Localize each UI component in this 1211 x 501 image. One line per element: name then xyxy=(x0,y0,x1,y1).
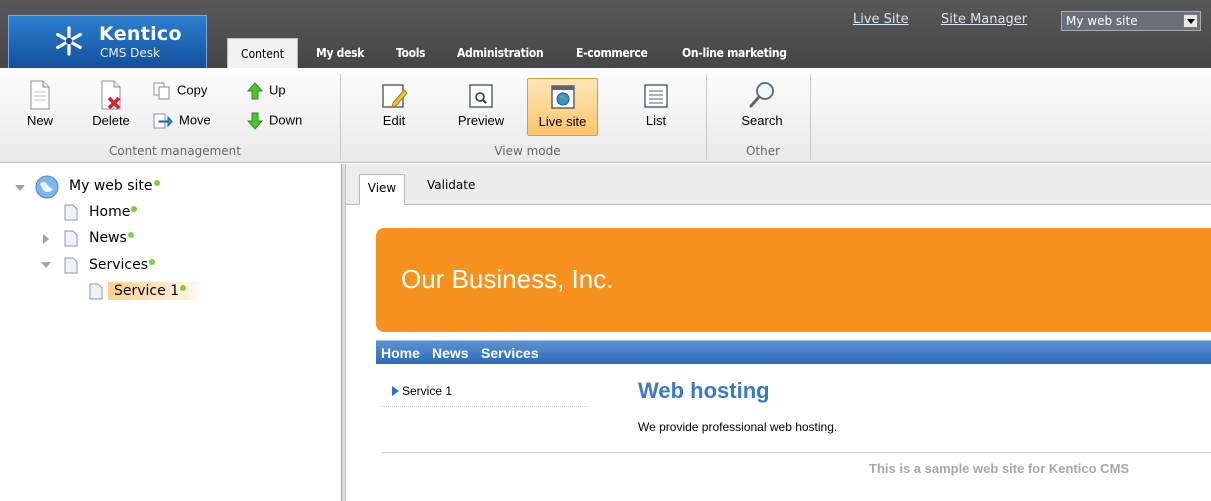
live-site-button[interactable]: Live site xyxy=(527,78,598,136)
site-selector-value: My web site xyxy=(1066,14,1138,28)
kentico-snowflake-icon xyxy=(56,26,82,56)
search-button[interactable]: Search xyxy=(733,80,791,128)
copy-button-label: Copy xyxy=(177,82,208,98)
edit-icon xyxy=(382,84,408,108)
top-header: Kentico CMS Desk Live Site Site Manager … xyxy=(0,0,1211,69)
site-menu-bar: Home News Services xyxy=(376,340,1211,364)
bullet-arrow-icon xyxy=(392,386,399,396)
page-icon xyxy=(89,283,103,300)
list-button-label: List xyxy=(645,113,667,128)
menu-item-home[interactable]: Home xyxy=(381,345,420,361)
view-tabs: View Validate xyxy=(346,164,1211,205)
move-button[interactable]: Move xyxy=(153,112,211,130)
tab-content[interactable]: Content xyxy=(227,38,298,69)
site-banner: Our Business, Inc. xyxy=(376,228,1211,332)
arrow-down-icon xyxy=(247,112,263,130)
content-tree: My web site Home News Services Service 1 xyxy=(0,164,341,501)
list-icon xyxy=(644,84,668,108)
tree-node-my-web-site[interactable]: My web site xyxy=(69,178,160,194)
live-site-link[interactable]: Live Site xyxy=(853,12,909,27)
delete-button[interactable]: Delete xyxy=(86,80,136,128)
copy-button[interactable]: Copy xyxy=(153,82,207,100)
preview-icon xyxy=(469,84,493,108)
menu-item-services[interactable]: Services xyxy=(481,345,539,361)
tree-node-label: News xyxy=(89,230,127,246)
new-document-icon xyxy=(30,80,50,110)
tab-e-commerce[interactable]: E-commerce xyxy=(576,46,648,60)
tree-node-label: Home xyxy=(89,204,131,220)
side-menu-divider xyxy=(382,406,587,407)
menu-item-news[interactable]: News xyxy=(432,345,469,361)
tab-administration[interactable]: Administration xyxy=(457,46,544,60)
down-button-label: Down xyxy=(269,112,303,128)
content-pane: View Validate Our Business, Inc. Home Ne… xyxy=(346,164,1211,501)
status-dot-icon xyxy=(127,232,134,238)
tree-node-news[interactable]: News xyxy=(89,230,134,246)
page-body-text: We provide professional web hosting. xyxy=(638,420,838,434)
site-manager-link[interactable]: Site Manager xyxy=(941,12,1027,27)
live-site-button-label: Live site xyxy=(538,114,587,129)
status-dot-icon xyxy=(131,206,138,212)
brand-name: Kentico xyxy=(99,23,182,45)
website-globe-icon xyxy=(35,175,59,199)
collapse-arrow-icon[interactable] xyxy=(41,262,51,268)
status-dot-icon xyxy=(153,180,160,186)
ribbon-group-divider xyxy=(706,74,707,160)
group-label-other: Other xyxy=(745,144,781,158)
product-name: CMS Desk xyxy=(100,46,160,60)
delete-document-icon xyxy=(101,80,121,110)
delete-button-label: Delete xyxy=(92,113,130,128)
group-label-content-management: Content management xyxy=(109,144,241,158)
footer-text: This is a sample web site for Kentico CM… xyxy=(869,461,1130,476)
page-icon xyxy=(64,204,78,221)
move-icon xyxy=(153,113,173,129)
ribbon-toolbar: New Delete Copy Move Up Down Content man… xyxy=(0,68,1211,163)
tab-my-desk[interactable]: My desk xyxy=(316,46,364,60)
group-label-view-mode: View mode xyxy=(494,144,561,158)
tab-view[interactable]: View xyxy=(359,174,405,205)
expand-arrow-icon[interactable] xyxy=(43,234,49,244)
tree-node-label: Service 1 xyxy=(114,283,180,299)
edit-button[interactable]: Edit xyxy=(374,80,414,128)
page-icon xyxy=(64,257,78,274)
list-button[interactable]: List xyxy=(635,80,677,128)
tree-node-label: Services xyxy=(89,257,149,273)
arrow-up-icon xyxy=(247,82,263,100)
tab-tools[interactable]: Tools xyxy=(396,46,426,60)
ribbon-group-divider xyxy=(810,74,811,160)
preview-button-label: Preview xyxy=(457,113,505,128)
search-button-label: Search xyxy=(741,113,783,128)
edit-button-label: Edit xyxy=(382,113,406,128)
site-selector[interactable]: My web site xyxy=(1061,11,1201,31)
tree-node-home[interactable]: Home xyxy=(89,204,138,220)
collapse-arrow-icon[interactable] xyxy=(15,185,25,191)
copy-icon xyxy=(153,82,170,100)
tree-node-services[interactable]: Services xyxy=(89,257,156,273)
footer-divider xyxy=(382,452,1211,453)
new-button-label: New xyxy=(26,113,53,128)
status-dot-icon xyxy=(149,259,156,265)
live-site-globe-icon xyxy=(550,85,575,109)
ribbon-group-divider xyxy=(340,74,341,160)
kentico-logo[interactable]: Kentico CMS Desk xyxy=(8,15,207,68)
preview-button[interactable]: Preview xyxy=(449,80,513,128)
live-site-preview: Our Business, Inc. Home News Services Se… xyxy=(346,206,1211,501)
dropdown-arrow-icon[interactable] xyxy=(1183,14,1198,28)
down-button[interactable]: Down xyxy=(247,112,302,130)
search-magnifier-icon xyxy=(749,82,774,108)
tab-on-line-marketing[interactable]: On-line marketing xyxy=(682,46,787,60)
tab-validate[interactable]: Validate xyxy=(427,178,475,192)
tree-node-service-1[interactable]: Service 1 xyxy=(108,282,207,300)
up-button-label: Up xyxy=(269,82,286,98)
site-banner-title: Our Business, Inc. xyxy=(401,264,614,294)
side-menu-label: Service 1 xyxy=(402,384,453,398)
page-icon xyxy=(64,230,78,247)
tree-node-label: My web site xyxy=(69,178,153,194)
page-heading: Web hosting xyxy=(638,378,770,403)
status-dot-icon xyxy=(180,285,187,291)
side-menu-item-service-1[interactable]: Service 1 xyxy=(392,384,452,398)
move-button-label: Move xyxy=(179,112,211,128)
up-button[interactable]: Up xyxy=(247,82,286,100)
new-button[interactable]: New xyxy=(20,80,60,128)
